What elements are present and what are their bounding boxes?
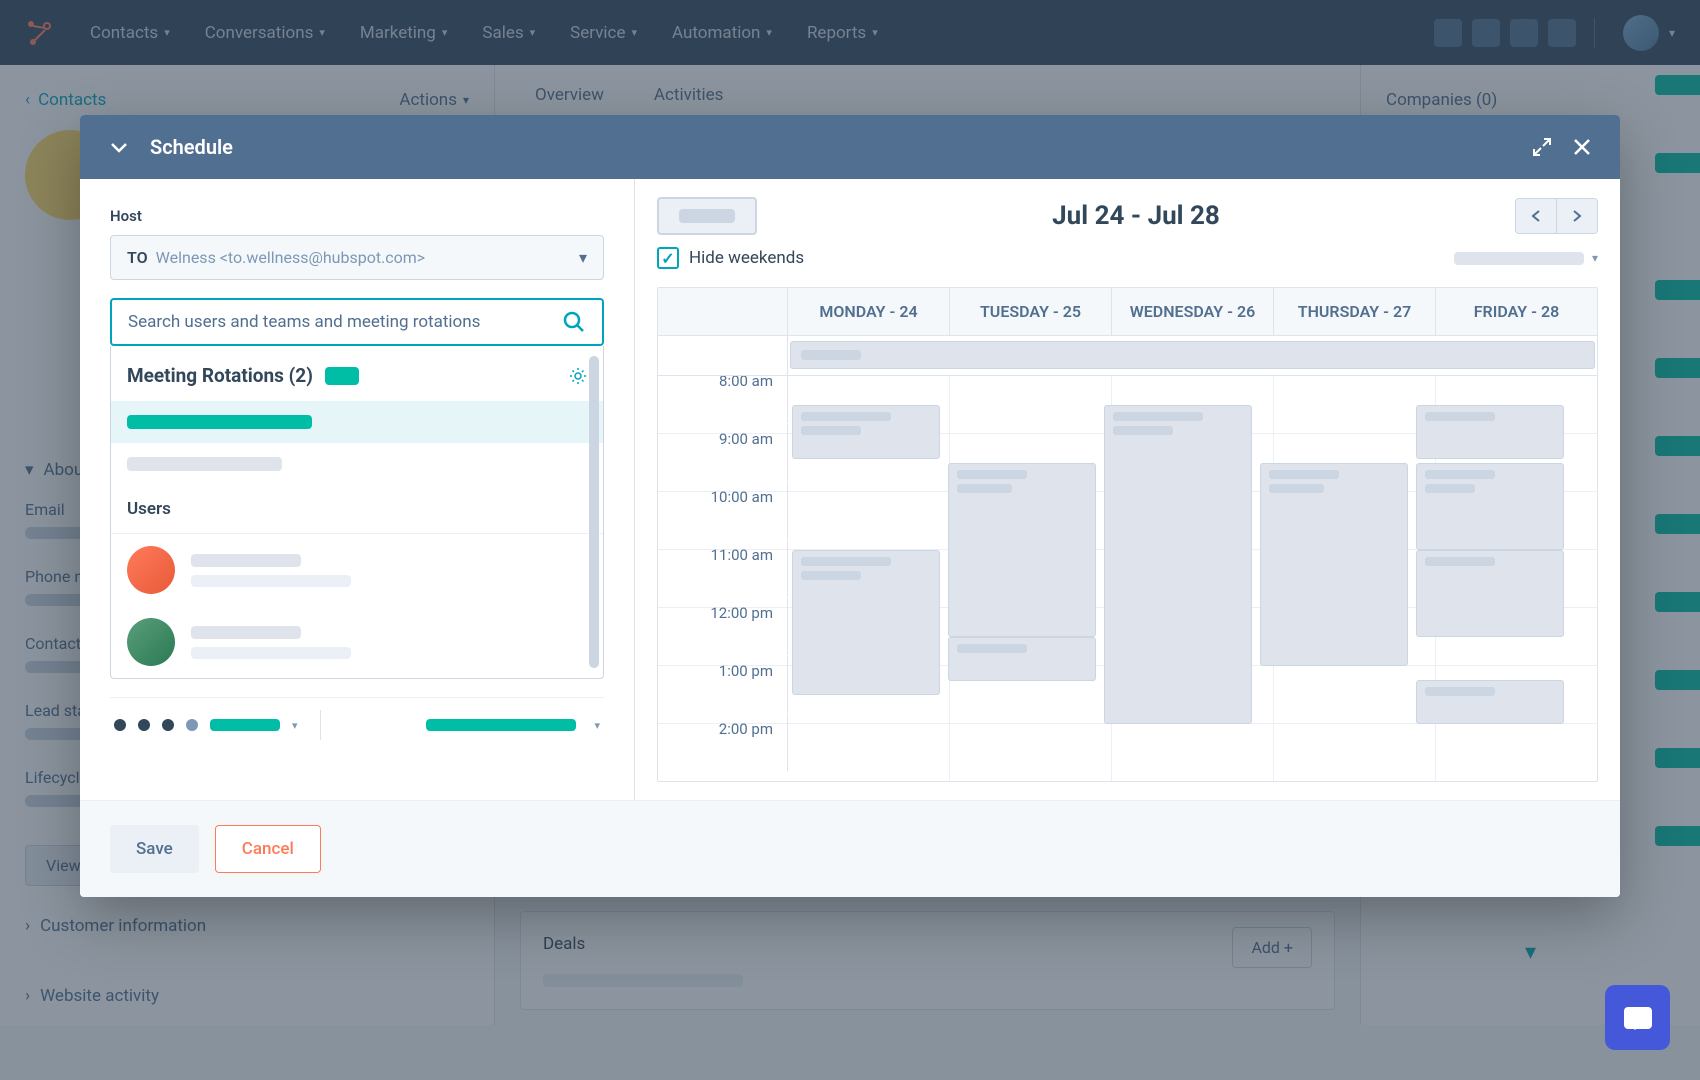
- hide-weekends-label: Hide weekends: [689, 248, 804, 268]
- calendar-event[interactable]: [1416, 405, 1564, 459]
- time-label: 2:00 pm: [658, 714, 788, 771]
- modal-footer: Save Cancel: [80, 800, 1620, 897]
- user-item-1[interactable]: [111, 534, 603, 606]
- search-icon: [562, 310, 586, 334]
- toolbar-dot[interactable]: [186, 719, 198, 731]
- chat-icon: [1624, 1007, 1652, 1029]
- editor-toolbar: ▾ ▾: [110, 697, 604, 740]
- calendar-event[interactable]: [1416, 680, 1564, 724]
- rotation-item-1[interactable]: [111, 401, 603, 443]
- time-label: 8:00 am: [658, 376, 788, 423]
- user-avatar-1: [127, 546, 175, 594]
- close-icon[interactable]: [1572, 137, 1592, 157]
- chat-widget[interactable]: [1605, 985, 1670, 1050]
- timezone-selector[interactable]: ▾: [1454, 251, 1598, 265]
- schedule-modal: Schedule Host TO Welness <to.wellness@hu…: [80, 115, 1620, 897]
- toolbar-option[interactable]: [210, 719, 280, 731]
- time-label: 9:00 am: [658, 424, 788, 481]
- rotations-badge: [325, 367, 359, 385]
- calendar-event[interactable]: [948, 463, 1096, 637]
- toolbar-dot[interactable]: [138, 719, 150, 731]
- host-value: Welness <to.wellness@hubspot.com>: [156, 248, 571, 267]
- day-header-fri: FRIDAY - 28: [1436, 288, 1597, 335]
- gear-icon[interactable]: [569, 367, 587, 385]
- calendar-event[interactable]: [1104, 405, 1252, 724]
- chevron-down-icon[interactable]: ▾: [594, 719, 600, 732]
- chevron-down-icon[interactable]: [108, 136, 130, 158]
- day-header-thu: THURSDAY - 27: [1274, 288, 1436, 335]
- calendar-event[interactable]: [792, 550, 940, 695]
- toolbar-dot[interactable]: [114, 719, 126, 731]
- time-label: 10:00 am: [658, 482, 788, 539]
- scrollbar[interactable]: [589, 356, 599, 668]
- host-label: Host: [110, 207, 604, 225]
- host-select[interactable]: TO Welness <to.wellness@hubspot.com> ▾: [110, 235, 604, 280]
- modal-header: Schedule: [80, 115, 1620, 179]
- users-section-title: Users: [111, 485, 603, 534]
- calendar-event[interactable]: [1260, 463, 1408, 666]
- time-label: 12:00 pm: [658, 598, 788, 655]
- expand-icon[interactable]: [1532, 137, 1552, 157]
- user-item-2[interactable]: [111, 606, 603, 678]
- search-box[interactable]: [110, 298, 604, 346]
- save-button[interactable]: Save: [110, 825, 199, 873]
- time-label: 11:00 am: [658, 540, 788, 597]
- next-week-button[interactable]: [1556, 199, 1597, 233]
- user-avatar-2: [127, 618, 175, 666]
- rotations-section-title: Meeting Rotations (2): [127, 364, 313, 387]
- day-header-wed: WEDNESDAY - 26: [1112, 288, 1274, 335]
- modal-title: Schedule: [150, 135, 233, 159]
- rotation-item-2[interactable]: [111, 443, 603, 485]
- search-dropdown: Meeting Rotations (2) Users: [110, 346, 604, 679]
- chevron-down-icon: ▾: [579, 248, 587, 267]
- toolbar-option-right[interactable]: [426, 719, 576, 731]
- search-input[interactable]: [128, 312, 562, 332]
- day-header-tue: TUESDAY - 25: [950, 288, 1112, 335]
- cancel-button[interactable]: Cancel: [215, 825, 321, 873]
- calendar-event[interactable]: [1416, 463, 1564, 550]
- chevron-down-icon: ▾: [1592, 251, 1598, 265]
- modal-overlay: Schedule Host TO Welness <to.wellness@hu…: [0, 0, 1700, 1080]
- day-header-mon: MONDAY - 24: [788, 288, 950, 335]
- calendar-event[interactable]: [1416, 550, 1564, 637]
- host-to-prefix: TO: [127, 248, 148, 267]
- time-label: 1:00 pm: [658, 656, 788, 713]
- hide-weekends-checkbox[interactable]: ✓: [657, 247, 679, 269]
- calendar-event[interactable]: [948, 637, 1096, 681]
- date-range: Jul 24 - Jul 28: [757, 201, 1515, 231]
- allday-event[interactable]: [790, 341, 1595, 369]
- modal-left-panel: Host TO Welness <to.wellness@hubspot.com…: [80, 179, 635, 800]
- calendar-event[interactable]: [792, 405, 940, 459]
- toolbar-dot[interactable]: [162, 719, 174, 731]
- chevron-down-icon[interactable]: ▾: [292, 719, 298, 732]
- calendar-grid: MONDAY - 24 TUESDAY - 25 WEDNESDAY - 26 …: [657, 287, 1598, 782]
- today-button[interactable]: [657, 197, 757, 235]
- modal-calendar-panel: Jul 24 - Jul 28 ✓ Hide weekends ▾: [635, 179, 1620, 800]
- prev-week-button[interactable]: [1516, 199, 1556, 233]
